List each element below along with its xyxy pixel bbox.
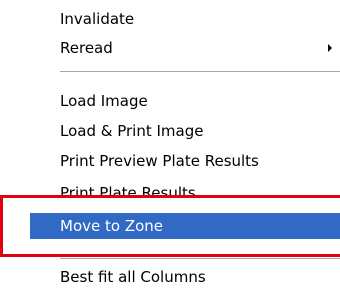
menu-item-label: Print Preview Plate Results [60,152,259,170]
context-menu: Invalidate Reread Load Image Load & Prin… [0,0,340,297]
menu-item-load-print-image[interactable]: Load & Print Image [30,118,340,144]
menu-item-label: Invalidate [60,10,135,28]
submenu-arrow-icon [328,44,332,52]
menu-separator [60,258,340,260]
menu-item-invalidate[interactable]: Invalidate [30,6,340,32]
menu-item-label: Load Image [60,92,148,110]
menu-item-reread[interactable]: Reread [30,35,340,61]
menu-separator [60,71,340,73]
menu-item-move-to-zone[interactable]: Move to Zone [30,213,340,239]
menu-item-label: Load & Print Image [60,122,204,140]
menu-item-label: Best fit all Columns [60,268,206,286]
menu-item-print-preview-plate-results[interactable]: Print Preview Plate Results [30,148,340,174]
menu-item-label: Reread [60,39,113,57]
menu-item-load-image[interactable]: Load Image [30,88,340,114]
menu-item-best-fit-all-columns[interactable]: Best fit all Columns [30,264,340,290]
menu-icon-gutter [0,0,30,297]
menu-item-label: Move to Zone [60,217,164,235]
menu-item-label: Print Plate Results [60,184,196,202]
menu-item-print-plate-results[interactable]: Print Plate Results [30,180,340,206]
